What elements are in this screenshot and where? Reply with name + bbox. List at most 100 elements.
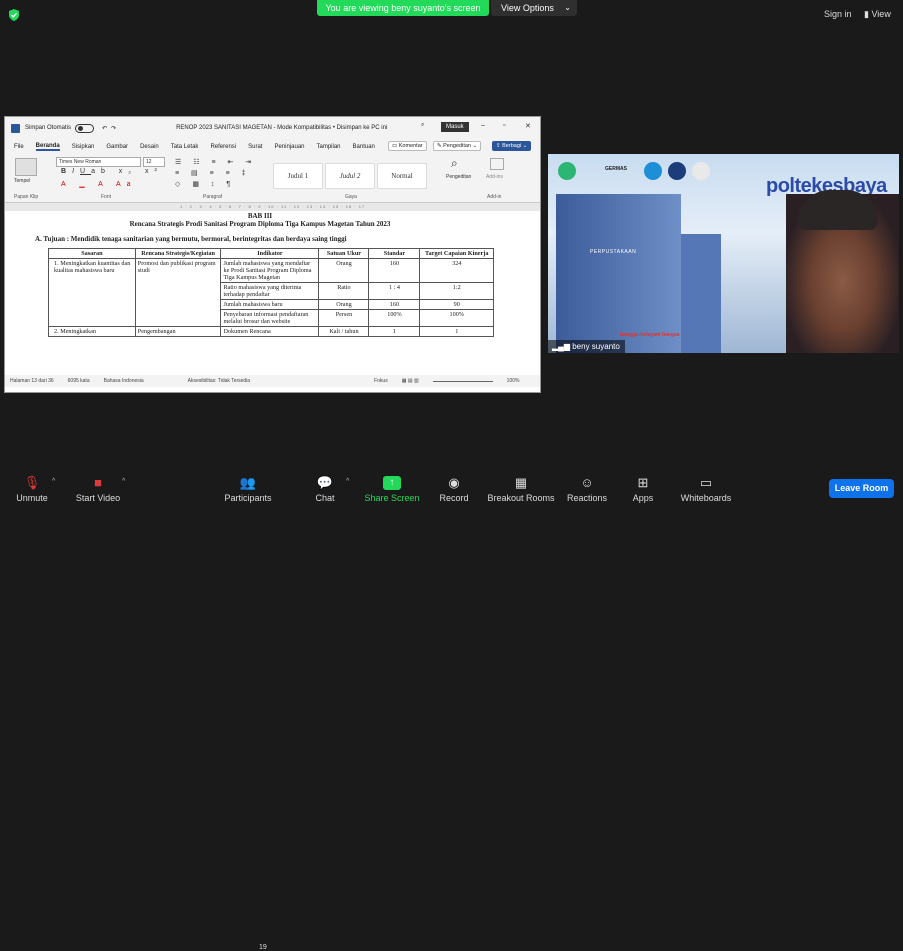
- word-count[interactable]: 6095 kata: [68, 378, 90, 384]
- ruler[interactable]: 1 · 2 · 3 · 4 · 5 · 6 · 7 · 8 · 9 · 10 ·…: [5, 203, 540, 211]
- section-addin: Add-in: [487, 194, 502, 200]
- add-ins-icon[interactable]: [490, 158, 504, 170]
- sign-in-button[interactable]: Masuk: [441, 122, 469, 132]
- tab-bantuan[interactable]: Bantuan: [353, 144, 375, 150]
- tab-beranda[interactable]: Beranda: [35, 143, 60, 151]
- unmute-label: Unmute: [16, 493, 48, 503]
- table-cell: Ratio mahasiswa yang diterima terhadap p…: [220, 282, 320, 300]
- whiteboards-button[interactable]: ▭ Whiteboards: [678, 466, 734, 503]
- font-color-buttons[interactable]: A ▁ A Aa: [61, 180, 137, 188]
- whiteboards-label: Whiteboards: [680, 493, 732, 503]
- chat-options-chevron-icon[interactable]: ^: [346, 478, 349, 485]
- undo-icon[interactable]: ↶: [102, 125, 107, 132]
- tab-referensi[interactable]: Referensi: [210, 144, 236, 150]
- table-cell: 1: [419, 326, 494, 337]
- table-cell: 100%: [368, 309, 421, 327]
- focus-button[interactable]: Fokus: [374, 378, 388, 384]
- paste-label: Tempel: [14, 178, 31, 184]
- table-cell: 1: [368, 326, 421, 337]
- table-header-row: Sasaran Rencana Strategis/Kegiatan Indik…: [48, 248, 494, 259]
- record-button[interactable]: ◉ Record: [436, 466, 472, 503]
- view-options-label: View Options: [501, 3, 554, 13]
- style-normal[interactable]: Normal: [377, 163, 427, 189]
- strategy-table[interactable]: Sasaran Rencana Strategis/Kegiatan Indik…: [48, 248, 494, 337]
- style-heading-1[interactable]: Judul 1: [273, 163, 323, 189]
- view-mode-icons[interactable]: ▦ ▤ ▥: [402, 378, 419, 384]
- minimize-icon[interactable]: –: [481, 122, 485, 129]
- zoom-slider[interactable]: [432, 380, 493, 382]
- table-cell: 2. Meningkatkan: [48, 326, 136, 337]
- table-header: Rencana Strategis/Kegiatan: [134, 248, 222, 259]
- align-buttons[interactable]: ≡ ▤ ≡ ≡ ‡: [175, 169, 251, 177]
- table-cell: 1. Meningkatkan kuantitas dan kualitas m…: [48, 258, 136, 327]
- table-cell: Jumlah mahasiswa baru: [220, 299, 320, 310]
- redo-icon[interactable]: ↷: [111, 125, 116, 132]
- comment-button[interactable]: ▭ Komentar: [388, 141, 427, 151]
- font-format-buttons[interactable]: BIUab x₂ x²: [61, 168, 163, 175]
- video-options-chevron-icon[interactable]: ^: [122, 478, 125, 485]
- list-buttons[interactable]: ☰ ☷ ≡ ⇤ ⇥: [175, 158, 256, 166]
- leave-room-button[interactable]: Leave Room: [829, 479, 894, 498]
- tab-surat[interactable]: Surat: [248, 144, 262, 150]
- tab-tata-letak[interactable]: Tata Letak: [171, 144, 199, 150]
- table-cell: 90: [419, 299, 494, 310]
- font-size-select[interactable]: 12: [143, 157, 165, 167]
- comment-label: Komentar: [398, 143, 423, 149]
- style-heading-2[interactable]: Judul 2: [325, 163, 375, 189]
- zoom-level[interactable]: 100%: [507, 378, 520, 384]
- tab-sisipkan[interactable]: Sisipkan: [72, 144, 95, 150]
- font-name-select[interactable]: Times New Roman: [56, 157, 141, 167]
- apps-icon: ⊞: [637, 475, 649, 490]
- editing-mode-button[interactable]: ✎ Pengeditan ⌄: [433, 141, 482, 151]
- language[interactable]: Bahasa Indonesia: [104, 378, 144, 384]
- tab-desain[interactable]: Desain: [140, 144, 159, 150]
- share-screen-button[interactable]: ↑ Share Screen: [364, 466, 420, 503]
- ribbon-tabs: File Beranda Sisipkan Gambar Desain Tata…: [5, 139, 540, 154]
- blu-logo-icon: [644, 162, 662, 180]
- kemenkes-logo-icon: [668, 162, 686, 180]
- security-shield-icon[interactable]: [7, 8, 21, 22]
- section-styles: Gaya: [345, 194, 357, 200]
- whiteboard-icon: ▭: [699, 475, 713, 490]
- find-icon[interactable]: ⌕: [451, 156, 458, 171]
- table-row: 2. Meningkatkan Pengembangan Dokumen Ren…: [48, 326, 494, 337]
- ribbon: Tempel Times New Roman 12 BIUab x₂ x² A …: [5, 154, 540, 203]
- participant-video-tile[interactable]: PERPUSTAKAAN GERMAS poltekesbaya bangga …: [548, 154, 899, 353]
- table-header: Target Capaian Kinerja: [419, 248, 494, 259]
- document-page[interactable]: BAB III Rencana Strategis Prodi Sanitasi…: [5, 211, 540, 375]
- section-paragraph: Paragraf: [203, 194, 223, 200]
- search-icon[interactable]: ⌕: [421, 122, 424, 129]
- unmute-button[interactable]: 🎙 Unmute: [12, 466, 52, 503]
- section-clipboard: Papan Klip: [14, 194, 39, 200]
- tab-tampilan[interactable]: Tampilan: [317, 144, 341, 150]
- shading-buttons[interactable]: ◇ ▦ ↕ ¶: [175, 180, 235, 188]
- table-cell: Penyebaran informasi pendaftaran melalui…: [220, 309, 320, 327]
- close-icon[interactable]: ✕: [525, 122, 531, 130]
- breakout-rooms-button[interactable]: ▦ Breakout Rooms: [486, 466, 556, 503]
- audio-options-chevron-icon[interactable]: ^: [52, 478, 55, 485]
- tab-gambar[interactable]: Gambar: [106, 144, 128, 150]
- apps-button[interactable]: ⊞ Apps: [629, 466, 657, 503]
- page-count[interactable]: Halaman 13 dari 36: [10, 378, 54, 384]
- video-background-building: [556, 194, 681, 353]
- view-label: View: [871, 9, 891, 19]
- sign-in-link[interactable]: Sign in: [824, 9, 852, 19]
- maximize-icon[interactable]: ▫: [503, 122, 505, 129]
- accessibility-status[interactable]: Aksesibilitas: Tidak Tersedia: [188, 378, 250, 384]
- view-options-button[interactable]: View Options ⌄: [491, 0, 577, 16]
- autosave-toggle[interactable]: [75, 123, 95, 133]
- participants-button[interactable]: 👥 Participants: [222, 466, 274, 503]
- table-header: Standar: [368, 248, 421, 259]
- tab-file[interactable]: File: [14, 144, 24, 150]
- reactions-button[interactable]: ☺ Reactions: [566, 466, 608, 503]
- participant-name: beny suyanto: [572, 342, 620, 351]
- tab-peninjauan[interactable]: Peninjauan: [274, 144, 304, 150]
- start-video-button[interactable]: ■ Start Video: [72, 466, 124, 503]
- chat-button[interactable]: 💬 Chat: [308, 466, 342, 503]
- share-button[interactable]: ⇪ Berbagi ⌄: [492, 141, 532, 151]
- view-button[interactable]: ▮ View: [864, 9, 891, 20]
- word-status-bar: Halaman 13 dari 36 6095 kata Bahasa Indo…: [5, 375, 540, 387]
- shared-word-window[interactable]: Simpan Otomatis ↶ ↷ RENOP 2023 SANITASI …: [4, 116, 541, 393]
- paste-icon[interactable]: [15, 158, 37, 176]
- table-cell: 324: [419, 258, 494, 283]
